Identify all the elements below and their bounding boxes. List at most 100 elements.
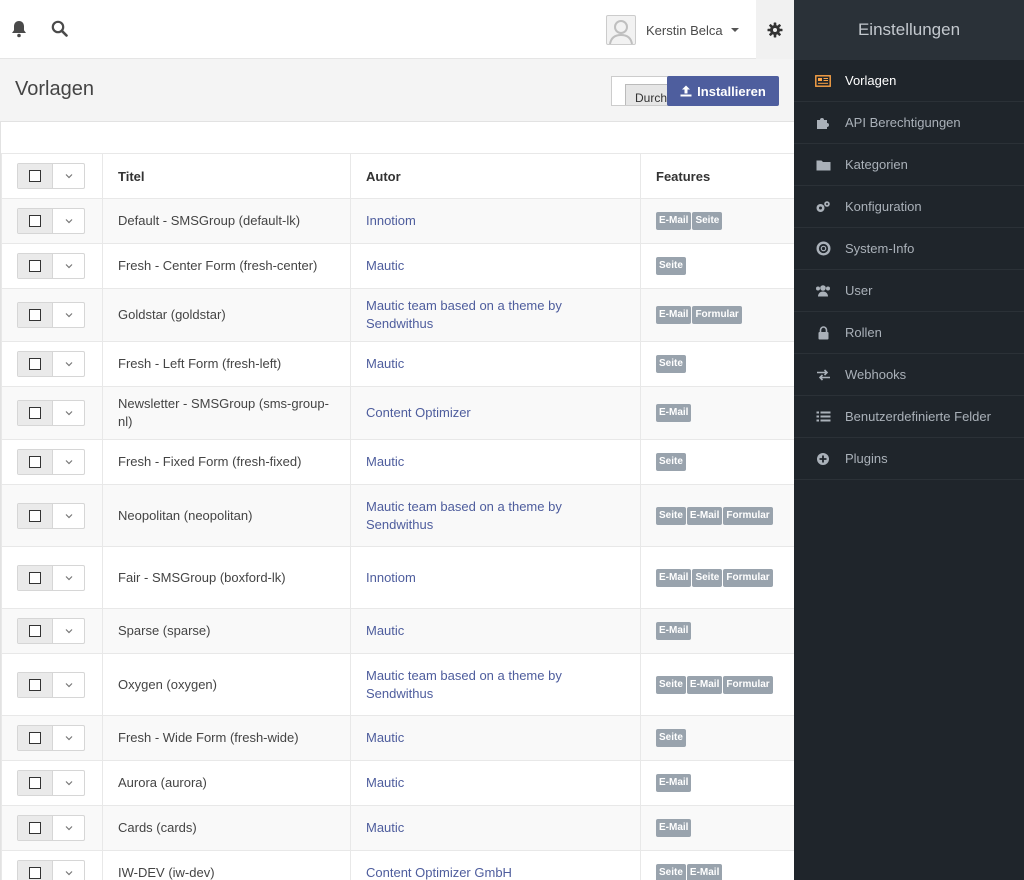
chevron-down-icon[interactable] [53, 450, 84, 474]
template-title: Fresh - Fixed Form (fresh-fixed) [102, 439, 351, 485]
row-checkbox-group[interactable] [17, 815, 85, 841]
sidebar-item-konfiguration[interactable]: Konfiguration [794, 186, 1024, 228]
row-checkbox[interactable] [29, 309, 41, 321]
row-checkbox-group[interactable] [17, 564, 85, 591]
row-checkbox[interactable] [29, 678, 41, 691]
template-title: Newsletter - SMSGroup (sms-group-nl) [102, 386, 351, 440]
settings-button[interactable] [756, 0, 794, 59]
template-title: Fresh - Wide Form (fresh-wide) [102, 715, 351, 761]
sidebar-item-plugins[interactable]: Plugins [794, 438, 1024, 480]
row-select-cell [1, 484, 103, 547]
row-checkbox[interactable] [29, 456, 41, 468]
row-checkbox-group[interactable] [17, 449, 85, 475]
chevron-down-icon[interactable] [53, 619, 84, 643]
feature-badge: Formular [723, 675, 773, 694]
template-features: E-Mail [640, 760, 794, 806]
newspaper-icon [815, 73, 831, 89]
row-select-cell [1, 653, 103, 716]
row-checkbox[interactable] [29, 260, 41, 272]
row-checkbox[interactable] [29, 215, 41, 227]
sidebar-item-user[interactable]: User [794, 270, 1024, 312]
user-name: Kerstin Belca [646, 22, 723, 38]
row-checkbox[interactable] [29, 822, 41, 834]
template-features: Seite E-Mail Formular [640, 484, 794, 547]
chevron-down-icon[interactable] [53, 303, 84, 327]
row-checkbox-group[interactable] [17, 302, 85, 328]
chevron-down-icon[interactable] [53, 254, 84, 278]
avatar [606, 15, 636, 45]
select-all-checkbox[interactable] [29, 170, 41, 182]
row-checkbox-group[interactable] [17, 770, 85, 796]
sidebar-item-label: Webhooks [845, 367, 907, 382]
chevron-down-icon[interactable] [53, 771, 84, 795]
table-row: Goldstar (goldstar) Mautic team based on … [1, 288, 794, 342]
template-title: Cards (cards) [102, 805, 351, 851]
column-header-author[interactable]: Autor [350, 153, 641, 199]
chevron-down-icon[interactable] [53, 352, 84, 376]
chevron-down-icon[interactable] [53, 504, 84, 528]
template-author: Innotiom [350, 198, 641, 244]
table-row: Cards (cards) Mautic E-Mail [1, 805, 794, 851]
row-checkbox-group[interactable] [17, 860, 85, 880]
row-checkbox[interactable] [29, 867, 41, 879]
column-header-title[interactable]: Titel [102, 153, 351, 199]
search-icon[interactable] [51, 20, 69, 38]
feature-badge: E-Mail [656, 819, 692, 837]
chevron-down-icon[interactable] [53, 209, 84, 233]
select-all-checkbox-group[interactable] [17, 163, 85, 189]
row-checkbox-group[interactable] [17, 502, 85, 529]
chevron-down-icon[interactable] [53, 673, 84, 697]
row-checkbox[interactable] [29, 407, 41, 419]
template-author: Mautic [350, 608, 641, 654]
sidebar-item-label: Konfiguration [845, 199, 922, 214]
browse-button[interactable]: Durchsuchen... [625, 84, 670, 105]
chevron-down-icon[interactable] [53, 164, 84, 188]
row-checkbox[interactable] [29, 358, 41, 370]
row-select-cell [1, 341, 103, 387]
row-checkbox[interactable] [29, 625, 41, 637]
sidebar-item-api-berechtigungen[interactable]: API Berechtigungen [794, 102, 1024, 144]
sidebar-item-benutzerdefinierte-felder[interactable]: Benutzerdefinierte Felder [794, 396, 1024, 438]
feature-badge: E-Mail [686, 506, 723, 525]
row-checkbox-group[interactable] [17, 725, 85, 751]
row-checkbox-group[interactable] [17, 208, 85, 234]
row-checkbox[interactable] [29, 732, 41, 744]
template-features: E-Mail Formular [640, 288, 794, 342]
chevron-down-icon[interactable] [53, 861, 84, 880]
chevron-down-icon[interactable] [53, 566, 84, 590]
table-row: Newsletter - SMSGroup (sms-group-nl) Cont… [1, 386, 794, 440]
sidebar-item-label: Benutzerdefinierte Felder [845, 409, 991, 424]
chevron-down-icon[interactable] [53, 816, 84, 840]
sidebar-item-rollen[interactable]: Rollen [794, 312, 1024, 354]
sidebar-item-system-info[interactable]: System-Info [794, 228, 1024, 270]
template-author: Mautic [350, 760, 641, 806]
row-checkbox-group[interactable] [17, 671, 85, 698]
feature-badge: Formular [692, 306, 742, 324]
row-checkbox-group[interactable] [17, 618, 85, 644]
chevron-down-icon[interactable] [53, 726, 84, 750]
row-select-cell [1, 546, 103, 609]
row-checkbox-group[interactable] [17, 253, 85, 279]
row-checkbox-group[interactable] [17, 351, 85, 377]
feature-badge: E-Mail [656, 568, 692, 587]
feature-badge: Seite [656, 453, 686, 471]
bell-icon[interactable] [11, 20, 29, 38]
template-features: Seite [640, 341, 794, 387]
install-button[interactable]: Installieren [667, 76, 779, 106]
sidebar-item-label: Vorlagen [845, 73, 897, 88]
chevron-down-icon[interactable] [53, 401, 84, 425]
template-features: E-Mail [640, 805, 794, 851]
table-row: Default - SMSGroup (default-lk) Innotiom E… [1, 198, 794, 244]
sidebar-item-kategorien[interactable]: Kategorien [794, 144, 1024, 186]
sidebar-item-vorlagen[interactable]: Vorlagen [794, 60, 1024, 102]
row-checkbox[interactable] [29, 777, 41, 789]
row-checkbox[interactable] [29, 571, 41, 584]
user-menu[interactable]: Kerstin Belca [606, 14, 739, 46]
table-row: Sparse (sparse) Mautic E-Mail [1, 608, 794, 654]
file-input[interactable]: Durchsuchen... [611, 76, 671, 106]
row-checkbox-group[interactable] [17, 400, 85, 426]
template-features: Seite [640, 715, 794, 761]
table-row: Aurora (aurora) Mautic E-Mail [1, 760, 794, 806]
sidebar-item-webhooks[interactable]: Webhooks [794, 354, 1024, 396]
row-checkbox[interactable] [29, 509, 41, 522]
